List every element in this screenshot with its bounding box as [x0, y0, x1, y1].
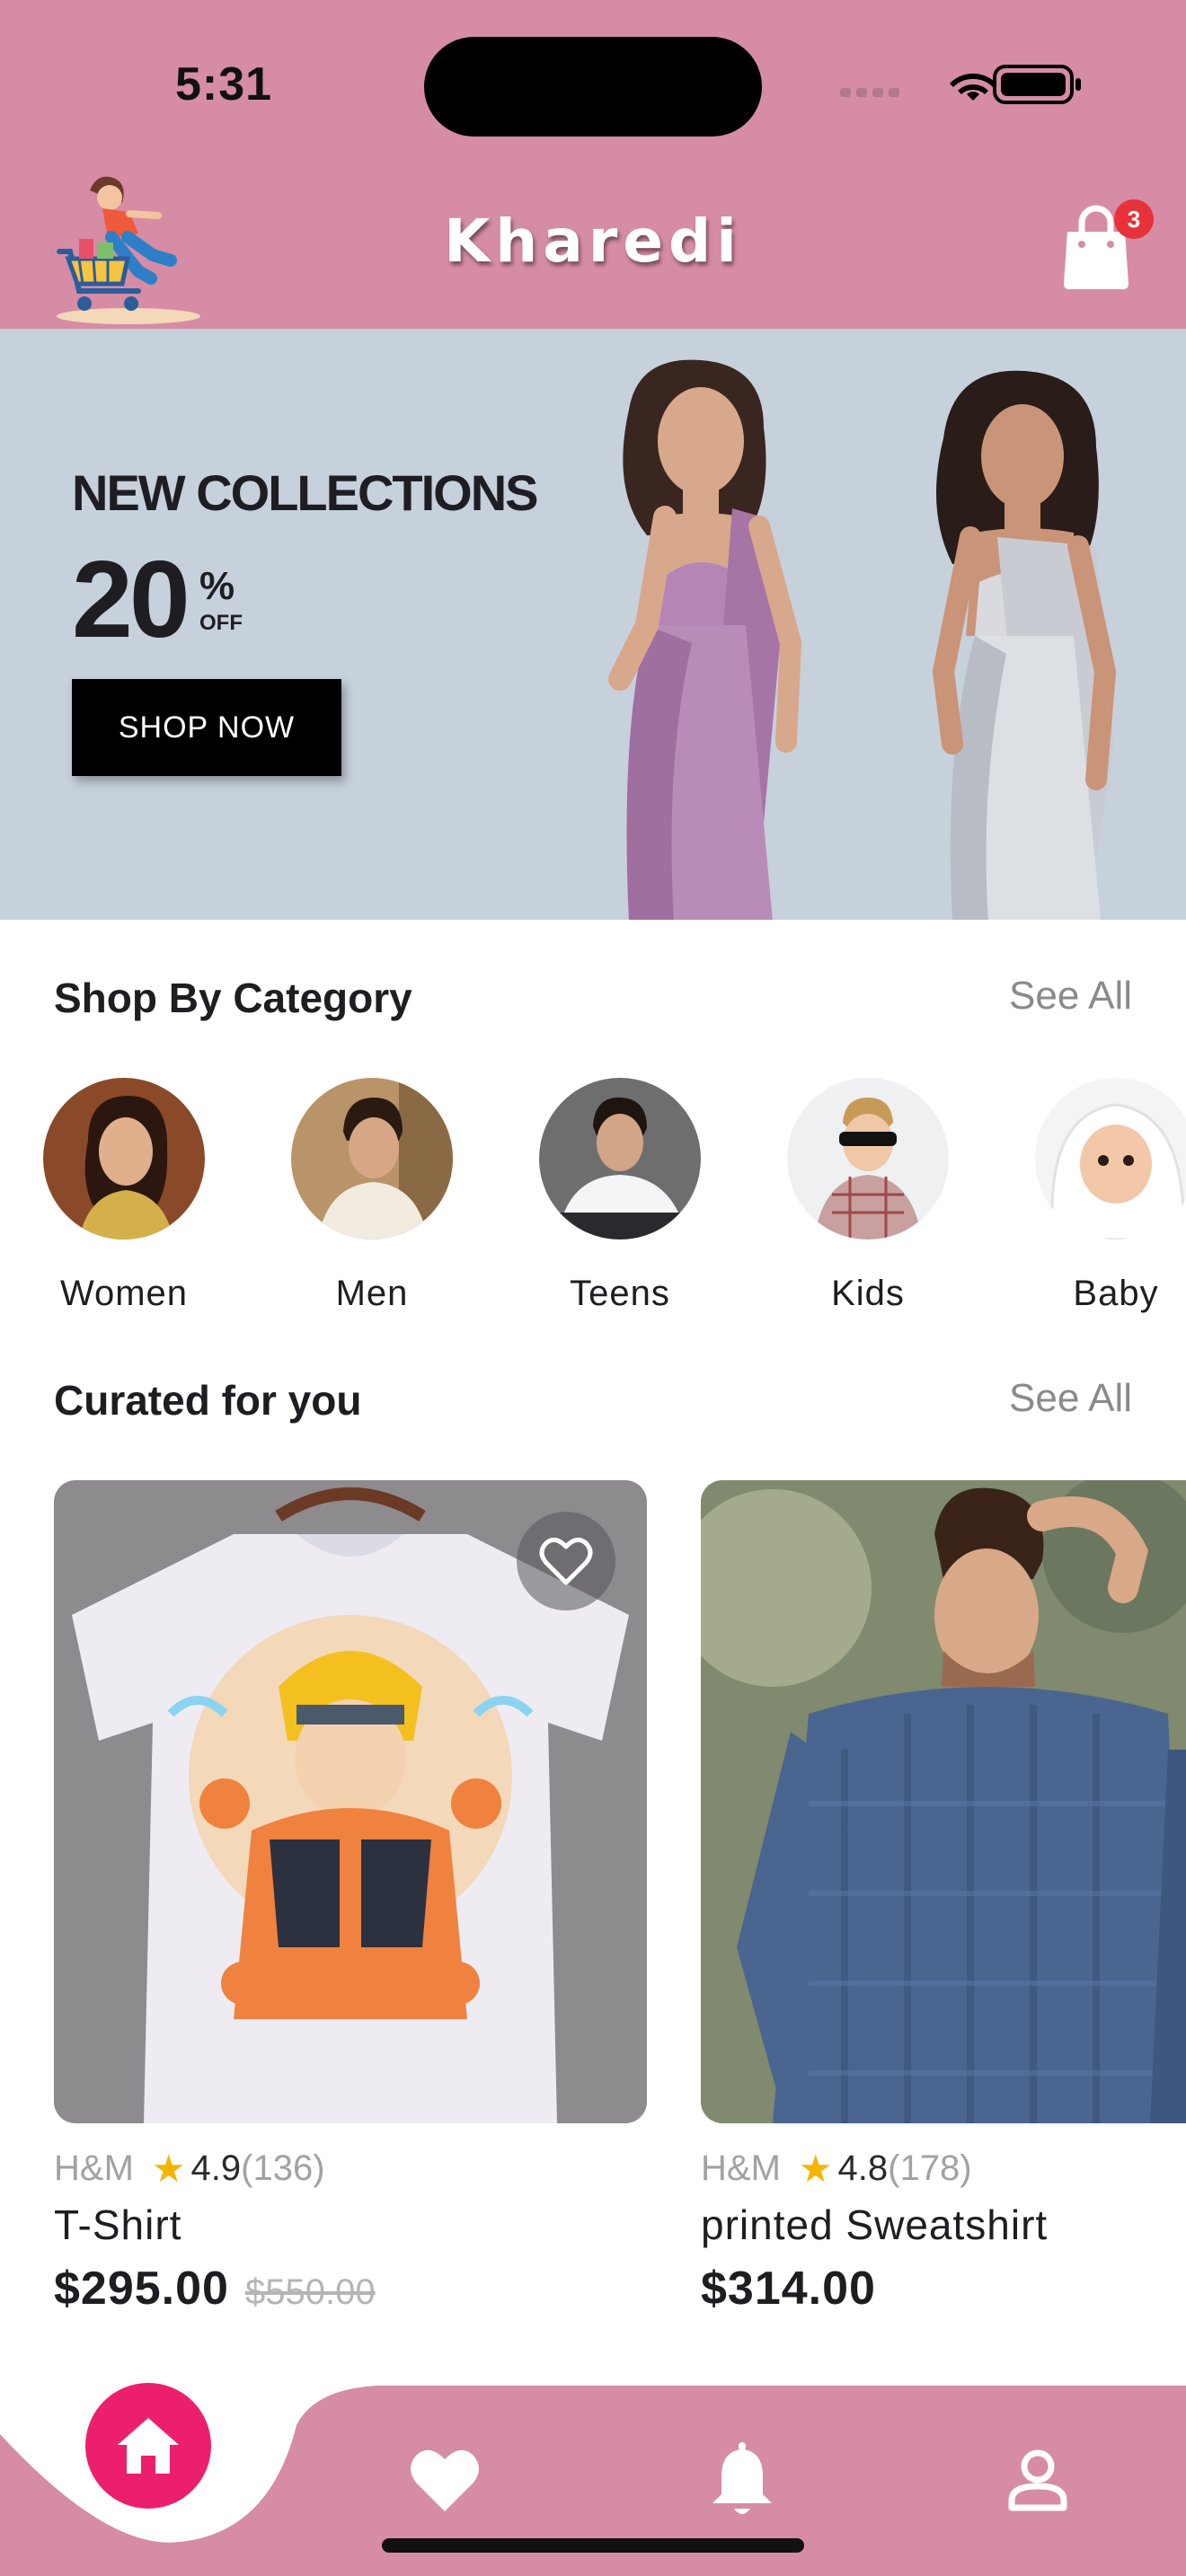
- curated-see-all-link[interactable]: See All: [1009, 1376, 1132, 1421]
- star-icon: ★: [798, 2147, 833, 2190]
- profile-icon: [1008, 2449, 1067, 2511]
- category-label: Baby: [1073, 1274, 1159, 1313]
- home-indicator: [382, 2538, 804, 2553]
- category-label: Women: [59, 1274, 189, 1313]
- product-image: [701, 1480, 1186, 2123]
- product-card-sweatshirt[interactable]: H&M ★ 4.8 (178) printed Sweatshirt $314.…: [701, 1480, 1186, 2316]
- product-card-tshirt[interactable]: H&M ★ 4.9 (136) T-Shirt $295.00 $550.00: [54, 1480, 647, 2316]
- curated-section-title: Curated for you: [54, 1377, 362, 1424]
- heart-icon: [411, 2449, 479, 2511]
- category-label: Kids: [831, 1274, 905, 1313]
- category-image: [291, 1078, 453, 1239]
- nav-favorites-button[interactable]: [404, 2441, 485, 2519]
- product-old-price: $550.00: [244, 2272, 376, 2312]
- product-price: $295.00: [54, 2263, 229, 2315]
- promo-banner[interactable]: NEW COLLECTIONS 20 % OFF SHOP NOW: [0, 329, 1186, 920]
- product-image: [54, 1480, 647, 2123]
- product-brand: H&M: [54, 2148, 134, 2188]
- product-review-count: (136): [241, 2148, 325, 2188]
- status-time: 5:31: [175, 58, 273, 110]
- product-review-count: (178): [888, 2148, 972, 2188]
- category-image: [539, 1078, 701, 1239]
- category-item-men[interactable]: Men: [291, 1078, 453, 1314]
- category-image: [43, 1078, 205, 1239]
- product-name: printed Sweatshirt: [701, 2201, 1049, 2248]
- nav-notifications-button[interactable]: [704, 2436, 780, 2524]
- category-image: [1035, 1078, 1186, 1239]
- product-rating: 4.9: [190, 2148, 242, 2188]
- wifi-icon: [950, 73, 996, 101]
- brand-title: Kharedi: [444, 207, 742, 276]
- status-icons: [840, 65, 1081, 104]
- price-row: $295.00 $550.00: [54, 2262, 647, 2316]
- category-label: Men: [335, 1274, 409, 1313]
- category-item-baby[interactable]: Baby: [1035, 1078, 1186, 1314]
- product-meta: H&M ★ 4.8 (178): [701, 2143, 1186, 2193]
- nav-home-button[interactable]: [85, 2383, 211, 2509]
- product-brand: H&M: [701, 2148, 781, 2188]
- dynamic-island: [424, 37, 762, 137]
- product-meta: H&M ★ 4.9 (136): [54, 2143, 647, 2193]
- banner-title: NEW COLLECTIONS: [72, 464, 539, 521]
- product-name: T-Shirt: [54, 2201, 182, 2248]
- banner-model-image: [608, 359, 802, 920]
- bell-icon: [712, 2442, 772, 2514]
- category-item-women[interactable]: Women: [43, 1078, 205, 1314]
- product-rating: 4.8: [837, 2148, 889, 2188]
- categories-see-all-link[interactable]: See All: [1009, 974, 1132, 1019]
- banner-model-image: [932, 370, 1117, 920]
- favorite-button[interactable]: [517, 1512, 615, 1610]
- product-price: $314.00: [701, 2263, 876, 2315]
- category-item-kids[interactable]: Kids: [787, 1078, 949, 1314]
- category-label: Teens: [570, 1274, 670, 1313]
- price-row: $314.00: [701, 2262, 1186, 2316]
- category-image: [787, 1078, 949, 1239]
- banner-percent: %: [199, 564, 235, 608]
- nav-profile-button[interactable]: [999, 2441, 1076, 2519]
- heart-outline-icon: [539, 1537, 593, 1585]
- cellular-icon: [840, 88, 899, 97]
- shop-now-button[interactable]: SHOP NOW: [72, 679, 341, 776]
- home-icon: [118, 2418, 179, 2474]
- category-item-teens[interactable]: Teens: [539, 1078, 701, 1314]
- category-section-title: Shop By Category: [54, 975, 412, 1021]
- banner-off: OFF: [199, 611, 243, 635]
- star-icon: ★: [151, 2147, 186, 2190]
- cart-count-badge: 3: [1114, 199, 1154, 239]
- banner-discount: 20: [72, 538, 190, 660]
- battery-icon: [993, 65, 1081, 104]
